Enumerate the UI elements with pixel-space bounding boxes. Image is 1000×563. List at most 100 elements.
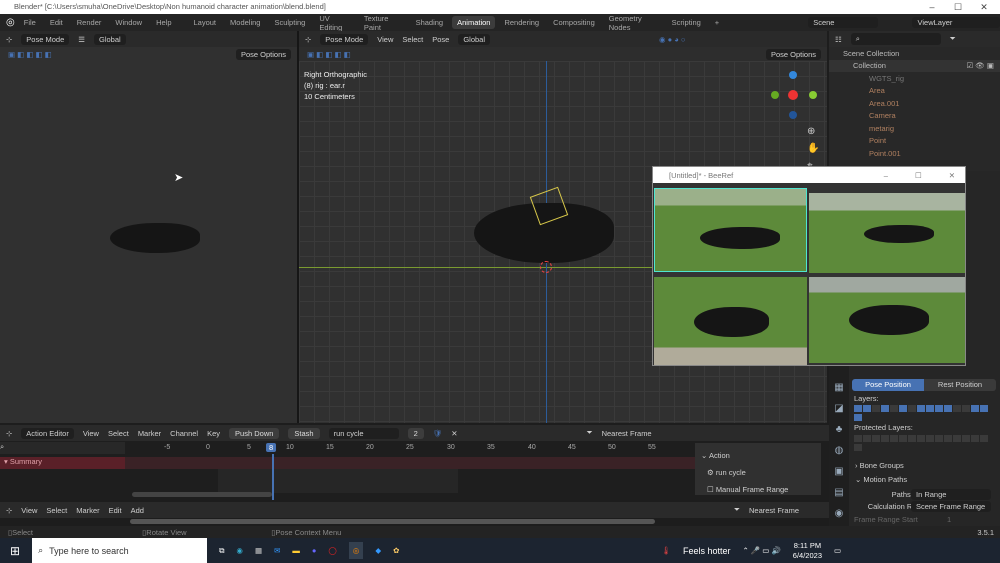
reference-image[interactable] <box>809 193 965 273</box>
windows-start-icon[interactable]: ⊞ <box>10 544 20 558</box>
summary-channel[interactable]: ▾ Summary <box>0 457 125 469</box>
beeref-maximize-button[interactable]: ☐ <box>915 171 922 180</box>
blender-taskbar-icon[interactable]: ◎ <box>348 542 364 559</box>
channel-search-input[interactable]: ⌕ <box>0 442 125 454</box>
unlink-action-icon[interactable]: ✕ <box>451 429 457 438</box>
menu-edit[interactable]: Edit <box>45 16 68 29</box>
menu-help[interactable]: Help <box>151 16 176 29</box>
outliner-item[interactable]: WGTS_rig <box>829 72 1000 85</box>
scene-collection-row[interactable]: Scene Collection <box>829 47 1000 60</box>
rest-position-button[interactable]: Rest Position <box>924 379 996 391</box>
display-mode-icon[interactable]: ☷ <box>835 35 842 44</box>
pose-position-button[interactable]: Pose Position <box>852 379 924 391</box>
summary-track[interactable] <box>125 457 695 469</box>
system-tray-icons[interactable]: ⌃ 🎤 ▭ 🔊 <box>742 546 780 555</box>
mail-icon[interactable]: ✉ <box>274 546 280 555</box>
menu-marker[interactable]: Marker <box>76 506 99 515</box>
tab-scripting[interactable]: Scripting <box>667 16 706 29</box>
orientation-selector[interactable]: Global <box>458 33 491 45</box>
tab-animation[interactable]: Animation <box>452 16 496 29</box>
explorer-icon[interactable]: ▬ <box>292 546 300 555</box>
tab-compositing[interactable]: Compositing <box>548 16 600 29</box>
beeref-window[interactable]: [Untitled]* - BeeRef – ☐ ✕ <box>652 166 966 366</box>
pose-options-button[interactable]: Pose Options <box>235 48 291 60</box>
menu-pose[interactable]: Pose <box>432 35 449 44</box>
motion-paths-panel[interactable]: ⌄ Motion Paths <box>855 475 907 484</box>
clock[interactable]: 8:11 PM 6/4/2023 <box>793 541 822 561</box>
editor-type-icon[interactable]: ⊹ <box>6 35 12 44</box>
menu-select[interactable]: Select <box>108 429 129 438</box>
view-layer-selector[interactable]: ViewLayer <box>912 17 1000 28</box>
3d-cursor-icon[interactable] <box>540 261 552 273</box>
outliner-item[interactable]: Area.001 <box>829 97 1000 110</box>
playhead-line[interactable] <box>272 454 274 500</box>
tab-layout[interactable]: Layout <box>189 16 222 29</box>
menu-render[interactable]: Render <box>72 16 107 29</box>
snap-dropdown[interactable]: Nearest Frame <box>602 429 652 438</box>
beeref-close-button[interactable]: ✕ <box>949 171 955 180</box>
editor-type-icon[interactable]: ⊹ <box>6 506 12 515</box>
outliner-item[interactable]: Point <box>829 135 1000 148</box>
editor-type-icon[interactable]: ⊹ <box>305 35 311 44</box>
notification-icon[interactable]: ▭ <box>834 546 841 555</box>
shading-icons[interactable]: ◉ ● ◕ ○ <box>659 35 685 44</box>
snap-dropdown[interactable]: Nearest Frame <box>749 506 799 515</box>
filter-icon[interactable]: ⏷ <box>734 505 740 515</box>
action-selector[interactable]: run cycle <box>328 427 399 439</box>
paths-type-dropdown[interactable]: In Range <box>911 489 991 500</box>
app-icon[interactable]: ● <box>312 546 317 555</box>
timeline-scrollbar[interactable] <box>130 519 655 524</box>
visibility-icon[interactable]: ☑ 👁 ▣ <box>967 61 1000 70</box>
bone-groups-panel[interactable]: › Bone Groups <box>855 461 904 470</box>
filter-icon[interactable]: ⏷ <box>950 34 956 44</box>
frame-range-start-field[interactable]: 1 <box>947 515 951 524</box>
navigation-gizmo[interactable] <box>769 71 819 121</box>
tab-rendering[interactable]: Rendering <box>499 16 544 29</box>
editor-type-icon[interactable]: ⊹ <box>6 429 12 438</box>
opera-icon[interactable]: ◯ <box>328 546 336 555</box>
horizontal-scrollbar[interactable] <box>132 492 272 497</box>
left-viewport[interactable]: ⊹ Pose Mode ☰ Global ▣ ◧ ◧ ◧ ◧ Pose Opti… <box>0 31 297 423</box>
filter-icon[interactable]: ⏷ <box>587 428 593 438</box>
taskbar-search-input[interactable]: ⌕ Type here to search <box>32 538 208 563</box>
protected-layers-grid[interactable] <box>854 435 994 453</box>
outliner-item[interactable]: Camera <box>829 110 1000 123</box>
action-panel-header[interactable]: ⌄ Action <box>701 447 815 464</box>
tab-shading[interactable]: Shading <box>411 16 449 29</box>
edge-icon[interactable]: ◉ <box>236 546 243 555</box>
dog-model[interactable] <box>110 223 200 253</box>
tool-icons[interactable]: ▣ ◧ ◧ ◧ ◧ <box>307 50 351 59</box>
blender-logo-icon[interactable]: ◎ <box>6 17 15 28</box>
menu-channel[interactable]: Channel <box>170 429 198 438</box>
menu-key[interactable]: Key <box>207 429 220 438</box>
fake-user-icon[interactable]: 🛡 <box>433 429 443 438</box>
reference-image[interactable] <box>654 188 807 272</box>
collection-row[interactable]: Collection ☑ 👁 ▣ <box>829 59 1000 72</box>
outliner-search-input[interactable]: ⌕ <box>850 33 941 45</box>
pose-options-button[interactable]: Pose Options <box>765 48 821 60</box>
menu-edit[interactable]: Edit <box>109 506 122 515</box>
push-down-button[interactable]: Push Down <box>229 427 280 439</box>
outliner-item[interactable]: Area <box>829 85 1000 98</box>
menu-add[interactable]: Add <box>131 506 144 515</box>
close-button[interactable]: ✕ <box>970 0 998 14</box>
menu-icon[interactable]: ☰ <box>78 35 85 44</box>
menu-file[interactable]: File <box>19 16 41 29</box>
tool-icons[interactable]: ▣ ◧ ◧ ◧ ◧ <box>8 50 52 59</box>
maximize-button[interactable]: ☐ <box>944 0 972 14</box>
current-frame-indicator[interactable]: 8 <box>266 443 277 452</box>
beeref-minimize-button[interactable]: – <box>884 171 888 180</box>
weather-text[interactable]: Feels hotter <box>683 546 731 556</box>
store-icon[interactable]: ▦ <box>255 546 262 555</box>
action-users-count[interactable]: 2 <box>407 427 424 439</box>
minimize-button[interactable]: – <box>918 0 946 14</box>
beeref-taskbar-icon[interactable]: ✿ <box>393 546 399 555</box>
tab-sculpting[interactable]: Sculpting <box>269 16 310 29</box>
orientation-selector[interactable]: Global <box>93 33 126 45</box>
scene-selector[interactable]: Scene <box>808 17 879 28</box>
menu-view[interactable]: View <box>377 35 393 44</box>
manual-frame-range-checkbox[interactable]: ☐ Manual Frame Range <box>701 481 815 498</box>
menu-select[interactable]: Select <box>46 506 67 515</box>
menu-view[interactable]: View <box>21 506 37 515</box>
reference-image[interactable] <box>809 277 965 363</box>
